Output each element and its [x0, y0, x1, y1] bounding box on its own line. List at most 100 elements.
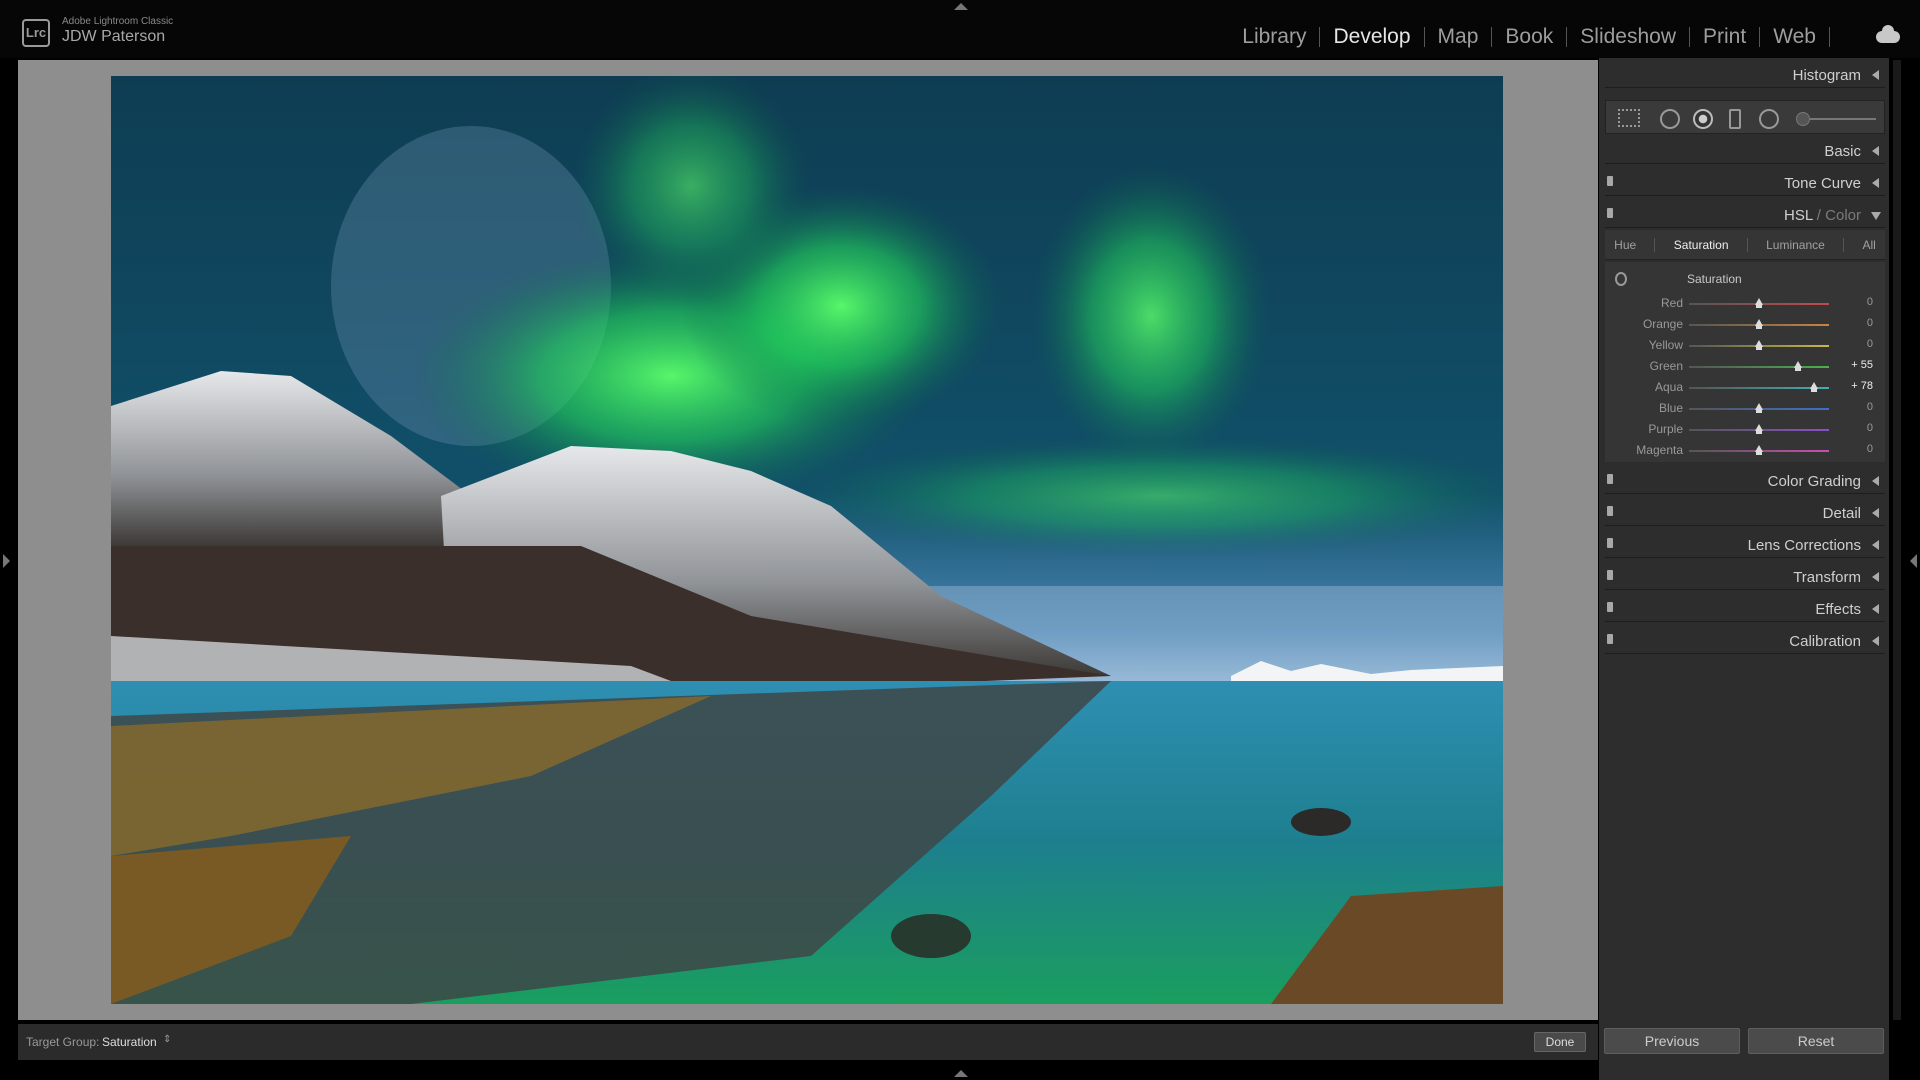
slider-track-green[interactable]: [1689, 366, 1829, 368]
panel-detail-title: Detail: [1822, 505, 1861, 522]
slider-thumb-purple[interactable]: [1755, 424, 1763, 434]
panel-basic[interactable]: Basic: [1605, 138, 1885, 164]
slider-thumb-yellow[interactable]: [1755, 340, 1763, 350]
panel-toggle-switch[interactable]: [1607, 602, 1613, 612]
module-develop[interactable]: Develop: [1320, 25, 1423, 49]
divider: [1843, 237, 1845, 252]
panel-histogram[interactable]: Histogram: [1605, 62, 1885, 88]
panel-toggle-switch[interactable]: [1607, 634, 1613, 644]
slider-track-aqua[interactable]: [1689, 387, 1829, 389]
reset-button[interactable]: Reset: [1748, 1028, 1884, 1054]
module-library[interactable]: Library: [1229, 25, 1319, 49]
slider-value[interactable]: 0: [1867, 401, 1873, 413]
target-group-label: Target Group:: [26, 1035, 100, 1049]
panel-color-grading[interactable]: Color Grading: [1605, 468, 1885, 494]
panel-lens-corrections[interactable]: Lens Corrections: [1605, 532, 1885, 558]
expand-triangle-icon[interactable]: [1872, 572, 1879, 582]
panel-transform-title: Transform: [1793, 569, 1861, 586]
panel-toggle-switch[interactable]: [1607, 176, 1613, 186]
expand-triangle-icon[interactable]: [1872, 178, 1879, 188]
divider: [1746, 237, 1748, 252]
panel-toggle-switch[interactable]: [1607, 208, 1613, 218]
radial-filter-icon[interactable]: [1759, 109, 1779, 129]
panel-toggle-switch[interactable]: [1607, 474, 1613, 484]
expand-left-panel-icon[interactable]: [3, 554, 10, 568]
expand-triangle-icon[interactable]: [1872, 636, 1879, 646]
red-eye-icon[interactable]: [1693, 109, 1713, 129]
expand-triangle-icon[interactable]: [1872, 476, 1879, 486]
expand-triangle-icon[interactable]: [1872, 540, 1879, 550]
tab-all[interactable]: All: [1862, 238, 1875, 252]
slider-value[interactable]: 0: [1867, 338, 1873, 350]
slider-label: Green: [1649, 359, 1683, 373]
panel-toggle-switch[interactable]: [1607, 506, 1613, 516]
slider-value[interactable]: 0: [1867, 296, 1873, 308]
module-map[interactable]: Map: [1425, 25, 1492, 49]
spot-removal-icon[interactable]: [1660, 109, 1680, 129]
adjustment-brush-icon[interactable]: [1796, 112, 1876, 126]
panel-detail[interactable]: Detail: [1605, 500, 1885, 526]
slider-label: Magenta: [1636, 443, 1683, 457]
user-name: JDW Paterson: [62, 28, 166, 45]
panel-tone-curve[interactable]: Tone Curve: [1605, 170, 1885, 196]
module-book[interactable]: Book: [1492, 25, 1566, 49]
slider-thumb-orange[interactable]: [1755, 319, 1763, 329]
collapse-triangle-icon[interactable]: [1871, 212, 1881, 220]
module-slideshow[interactable]: Slideshow: [1567, 25, 1689, 49]
tab-luminance[interactable]: Luminance: [1766, 238, 1825, 252]
previous-button[interactable]: Previous: [1604, 1028, 1740, 1054]
target-group-stepper-icon[interactable]: ⇕: [163, 1034, 171, 1045]
hsl-mode-label[interactable]: HSL: [1784, 207, 1813, 224]
expand-filmstrip-icon[interactable]: [954, 1070, 968, 1077]
tab-hue[interactable]: Hue: [1614, 238, 1636, 252]
expand-triangle-icon[interactable]: [1872, 146, 1879, 156]
target-group-select[interactable]: Saturation: [102, 1035, 157, 1049]
slider-thumb-green[interactable]: [1793, 361, 1802, 371]
module-web[interactable]: Web: [1760, 25, 1829, 49]
panel-calibration-title: Calibration: [1789, 633, 1861, 650]
slider-value[interactable]: 0: [1867, 317, 1873, 329]
panel-calibration[interactable]: Calibration: [1605, 628, 1885, 654]
photo-preview[interactable]: [111, 76, 1503, 1004]
slider-thumb-magenta[interactable]: [1755, 445, 1763, 455]
cloud-icon[interactable]: [1876, 25, 1900, 43]
panel-toggle-switch[interactable]: [1607, 538, 1613, 548]
aurora-landscape-image: [111, 76, 1503, 1004]
expand-triangle-icon[interactable]: [1872, 604, 1879, 614]
panel-effects-title: Effects: [1815, 601, 1861, 618]
graduated-filter-icon[interactable]: [1729, 109, 1741, 129]
slider-thumb-blue[interactable]: [1755, 403, 1763, 413]
panel-effects[interactable]: Effects: [1605, 596, 1885, 622]
slider-thumb-red[interactable]: [1755, 298, 1763, 308]
slider-row-purple: Purple 0: [1605, 420, 1885, 440]
lightroom-logo: Lrc: [22, 19, 50, 47]
color-mode-label[interactable]: Color: [1825, 207, 1861, 224]
panel-lens-title: Lens Corrections: [1747, 537, 1861, 554]
right-panel-scrollbar[interactable]: [1893, 60, 1901, 1020]
collapse-right-panel-icon[interactable]: [1910, 554, 1917, 568]
target-adjustment-icon[interactable]: [1615, 272, 1627, 286]
panel-basic-title: Basic: [1824, 143, 1861, 160]
module-print[interactable]: Print: [1690, 25, 1759, 49]
slider-thumb-aqua[interactable]: [1809, 382, 1818, 392]
hsl-separator: /: [1812, 207, 1826, 224]
panel-toggle-switch[interactable]: [1607, 570, 1613, 580]
tab-saturation[interactable]: Saturation: [1674, 238, 1729, 252]
expand-triangle-icon[interactable]: [1872, 508, 1879, 518]
slider-row-magenta: Magenta 0: [1605, 441, 1885, 461]
slider-value[interactable]: + 55: [1851, 359, 1873, 371]
panel-hsl-color[interactable]: HSL / Color: [1605, 202, 1885, 228]
crop-icon[interactable]: [1618, 109, 1640, 127]
slider-value[interactable]: + 78: [1851, 380, 1873, 392]
slider-label: Purple: [1648, 422, 1683, 436]
saturation-sliders: Saturation Red 0 Orange 0 Yellow 0 Green + 55 Aq…: [1605, 262, 1885, 462]
expand-triangle-icon[interactable]: [1872, 70, 1879, 80]
panel-buttons: Previous Reset: [1604, 1028, 1888, 1054]
panel-tone-curve-title: Tone Curve: [1784, 175, 1861, 192]
done-button[interactable]: Done: [1534, 1032, 1586, 1052]
saturation-section-title: Saturation: [1687, 272, 1742, 286]
collapse-top-panel-icon[interactable]: [954, 3, 968, 10]
slider-value[interactable]: 0: [1867, 443, 1873, 455]
slider-value[interactable]: 0: [1867, 422, 1873, 434]
panel-transform[interactable]: Transform: [1605, 564, 1885, 590]
